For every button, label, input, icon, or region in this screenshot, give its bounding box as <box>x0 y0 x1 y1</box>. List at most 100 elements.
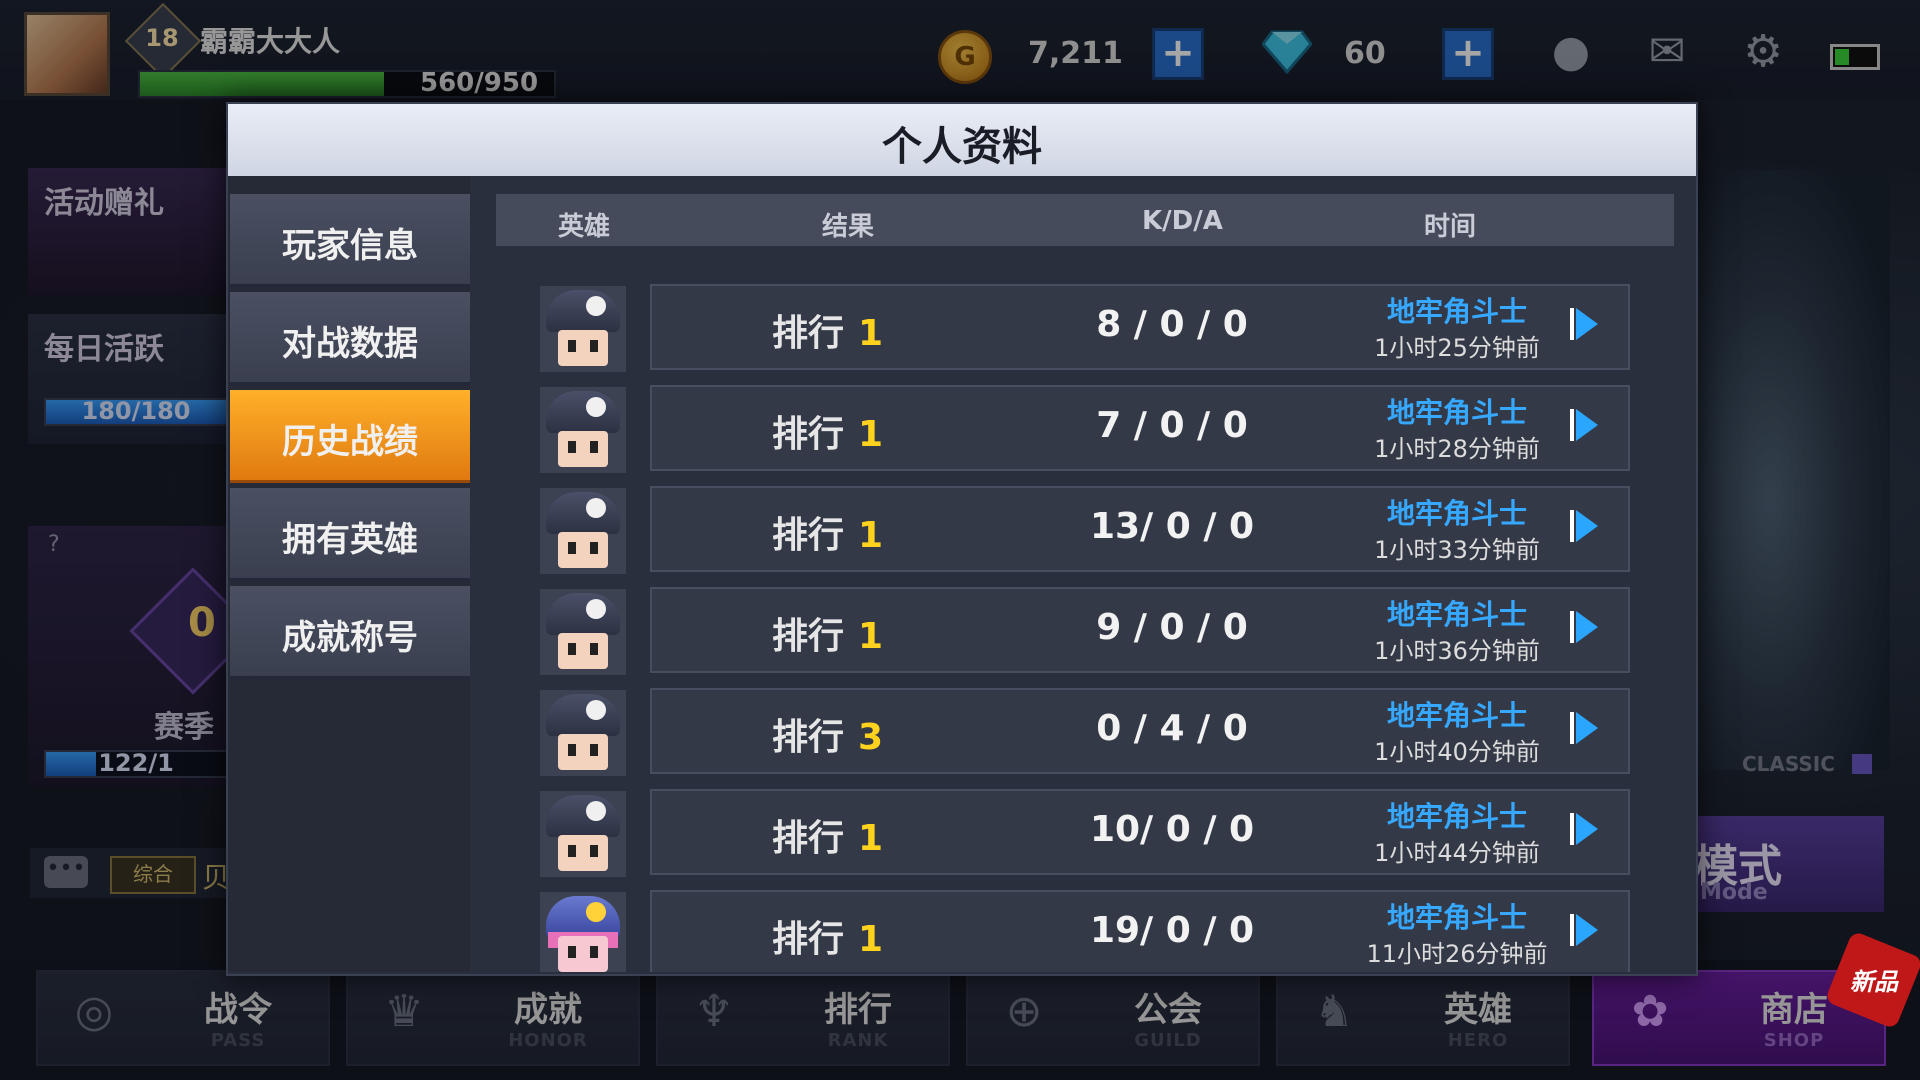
game-mode-name: 地牢角斗士 <box>1386 901 1527 934</box>
match-time: 1小时36分钟前 <box>1374 637 1540 665</box>
profile-dialog: 个人资料 玩家信息 对战数据 历史战绩 拥有英雄 成就称号 英雄 结果 K/D/… <box>226 102 1698 976</box>
tab-player-info[interactable]: 玩家信息 <box>230 194 470 287</box>
hero-portrait[interactable] <box>540 791 626 877</box>
rank-label: 排行 <box>772 818 845 859</box>
replay-icon-bar <box>1570 611 1574 643</box>
game-mode-name: 地牢角斗士 <box>1386 598 1527 631</box>
replay-play-icon[interactable] <box>1576 712 1598 744</box>
profile-tabs: 玩家信息 对战数据 历史战绩 拥有英雄 成就称号 <box>228 176 470 972</box>
tab-achievement-titles[interactable]: 成就称号 <box>230 586 470 679</box>
tab-label: 拥有英雄 <box>282 520 418 560</box>
history-row-box[interactable]: 排行 1 9 / 0 / 0 地牢角斗士 1小时36分钟前 <box>650 587 1630 673</box>
hero-face-shape <box>558 835 608 871</box>
history-row[interactable]: 排行 1 10/ 0 / 0 地牢角斗士 1小时44分钟前 <box>496 789 1674 877</box>
replay-play-icon[interactable] <box>1576 409 1598 441</box>
column-hero: 英雄 <box>558 212 611 242</box>
kda-value: 0 / 4 / 0 <box>1096 708 1248 749</box>
hero-eye <box>568 744 576 756</box>
history-list[interactable]: 排行 1 8 / 0 / 0 地牢角斗士 1小时25分钟前 排行 1 7 / 0 /… <box>496 252 1674 972</box>
hero-face-shape <box>558 532 608 568</box>
kda-value: 9 / 0 / 0 <box>1096 607 1248 648</box>
hero-hat-emblem <box>586 902 606 922</box>
history-row-box[interactable]: 排行 1 13/ 0 / 0 地牢角斗士 1小时33分钟前 <box>650 486 1630 572</box>
history-row[interactable]: 排行 3 0 / 4 / 0 地牢角斗士 1小时40分钟前 <box>496 688 1674 776</box>
hero-hat-shape <box>546 795 620 837</box>
history-row-box[interactable]: 排行 1 10/ 0 / 0 地牢角斗士 1小时44分钟前 <box>650 789 1630 875</box>
game-mode-name: 地牢角斗士 <box>1386 396 1527 429</box>
hero-hat-emblem <box>586 296 606 316</box>
replay-play-icon[interactable] <box>1576 510 1598 542</box>
match-time: 1小时33分钟前 <box>1374 536 1540 564</box>
rank-result: 排行 1 <box>772 910 883 962</box>
hero-portrait[interactable] <box>540 286 626 372</box>
history-row[interactable]: 排行 1 7 / 0 / 0 地牢角斗士 1小时28分钟前 <box>496 385 1674 473</box>
rank-value: 1 <box>858 515 884 556</box>
tab-owned-heroes[interactable]: 拥有英雄 <box>230 488 470 581</box>
hero-eye <box>590 744 598 756</box>
history-row[interactable]: 排行 1 13/ 0 / 0 地牢角斗士 1小时33分钟前 <box>496 486 1674 574</box>
history-row[interactable]: 排行 1 8 / 0 / 0 地牢角斗士 1小时25分钟前 <box>496 284 1674 372</box>
replay-play-icon[interactable] <box>1576 813 1598 845</box>
replay-icon-bar <box>1570 813 1574 845</box>
rank-result: 排行 1 <box>772 405 883 457</box>
hero-portrait[interactable] <box>540 387 626 473</box>
game-mode-name: 地牢角斗士 <box>1386 800 1527 833</box>
history-row-box[interactable]: 排行 1 8 / 0 / 0 地牢角斗士 1小时25分钟前 <box>650 284 1630 370</box>
replay-icon-bar <box>1570 914 1574 946</box>
hero-eye <box>568 542 576 554</box>
tab-label: 成就称号 <box>282 618 418 658</box>
hero-portrait[interactable] <box>540 589 626 675</box>
rank-value: 1 <box>858 818 884 859</box>
rank-result: 排行 1 <box>772 506 883 558</box>
column-time: 时间 <box>1424 212 1477 242</box>
tab-battle-stats[interactable]: 对战数据 <box>230 292 470 385</box>
hero-portrait[interactable] <box>540 690 626 776</box>
hero-eye <box>568 340 576 352</box>
replay-play-icon[interactable] <box>1576 308 1598 340</box>
hero-eye <box>590 643 598 655</box>
replay-icon-bar <box>1570 712 1574 744</box>
replay-play-icon[interactable] <box>1576 611 1598 643</box>
hero-hat-emblem <box>586 801 606 821</box>
hero-eye <box>568 946 576 958</box>
match-time: 11小时26分钟前 <box>1366 940 1548 968</box>
tab-match-history[interactable]: 历史战绩 <box>230 390 470 483</box>
hero-eye <box>590 542 598 554</box>
kda-value: 13/ 0 / 0 <box>1089 506 1255 547</box>
rank-result: 排行 3 <box>772 708 883 760</box>
dialog-title: 个人资料 <box>882 124 1042 170</box>
history-row-box[interactable]: 排行 1 19/ 0 / 0 地牢角斗士 11小时26分钟前 <box>650 890 1630 972</box>
history-row-box[interactable]: 排行 3 0 / 4 / 0 地牢角斗士 1小时40分钟前 <box>650 688 1630 774</box>
history-row[interactable]: 排行 1 9 / 0 / 0 地牢角斗士 1小时36分钟前 <box>496 587 1674 675</box>
hero-hat-emblem <box>586 498 606 518</box>
hero-portrait[interactable] <box>540 488 626 574</box>
column-kda: K/D/A <box>1142 206 1223 236</box>
dialog-header: 个人资料 <box>228 104 1696 176</box>
replay-play-icon[interactable] <box>1576 914 1598 946</box>
rank-value: 1 <box>858 919 884 960</box>
history-row[interactable]: 排行 1 19/ 0 / 0 地牢角斗士 11小时26分钟前 <box>496 890 1674 972</box>
replay-icon-bar <box>1570 409 1574 441</box>
hero-face-shape <box>558 330 608 366</box>
hero-eye <box>568 441 576 453</box>
kda-value: 8 / 0 / 0 <box>1096 304 1248 345</box>
rank-label: 排行 <box>772 919 845 960</box>
match-time: 1小时40分钟前 <box>1374 738 1540 766</box>
hero-hat-emblem <box>586 599 606 619</box>
rank-label: 排行 <box>772 515 845 556</box>
kda-value: 7 / 0 / 0 <box>1096 405 1248 446</box>
hero-eye <box>590 946 598 958</box>
match-time: 1小时25分钟前 <box>1374 334 1540 362</box>
match-time: 1小时44分钟前 <box>1374 839 1540 867</box>
new-badge-text: 新品 <box>1850 968 1898 996</box>
history-row-box[interactable]: 排行 1 7 / 0 / 0 地牢角斗士 1小时28分钟前 <box>650 385 1630 471</box>
rank-result: 排行 1 <box>772 607 883 659</box>
history-table-header: 英雄 结果 K/D/A 时间 <box>496 194 1674 246</box>
kda-value: 10/ 0 / 0 <box>1089 809 1255 850</box>
hero-portrait[interactable] <box>540 892 626 972</box>
tab-label: 对战数据 <box>282 324 418 364</box>
rank-value: 1 <box>858 616 884 657</box>
hero-hat-emblem <box>586 700 606 720</box>
hero-eye <box>568 643 576 655</box>
game-mode-name: 地牢角斗士 <box>1386 295 1527 328</box>
